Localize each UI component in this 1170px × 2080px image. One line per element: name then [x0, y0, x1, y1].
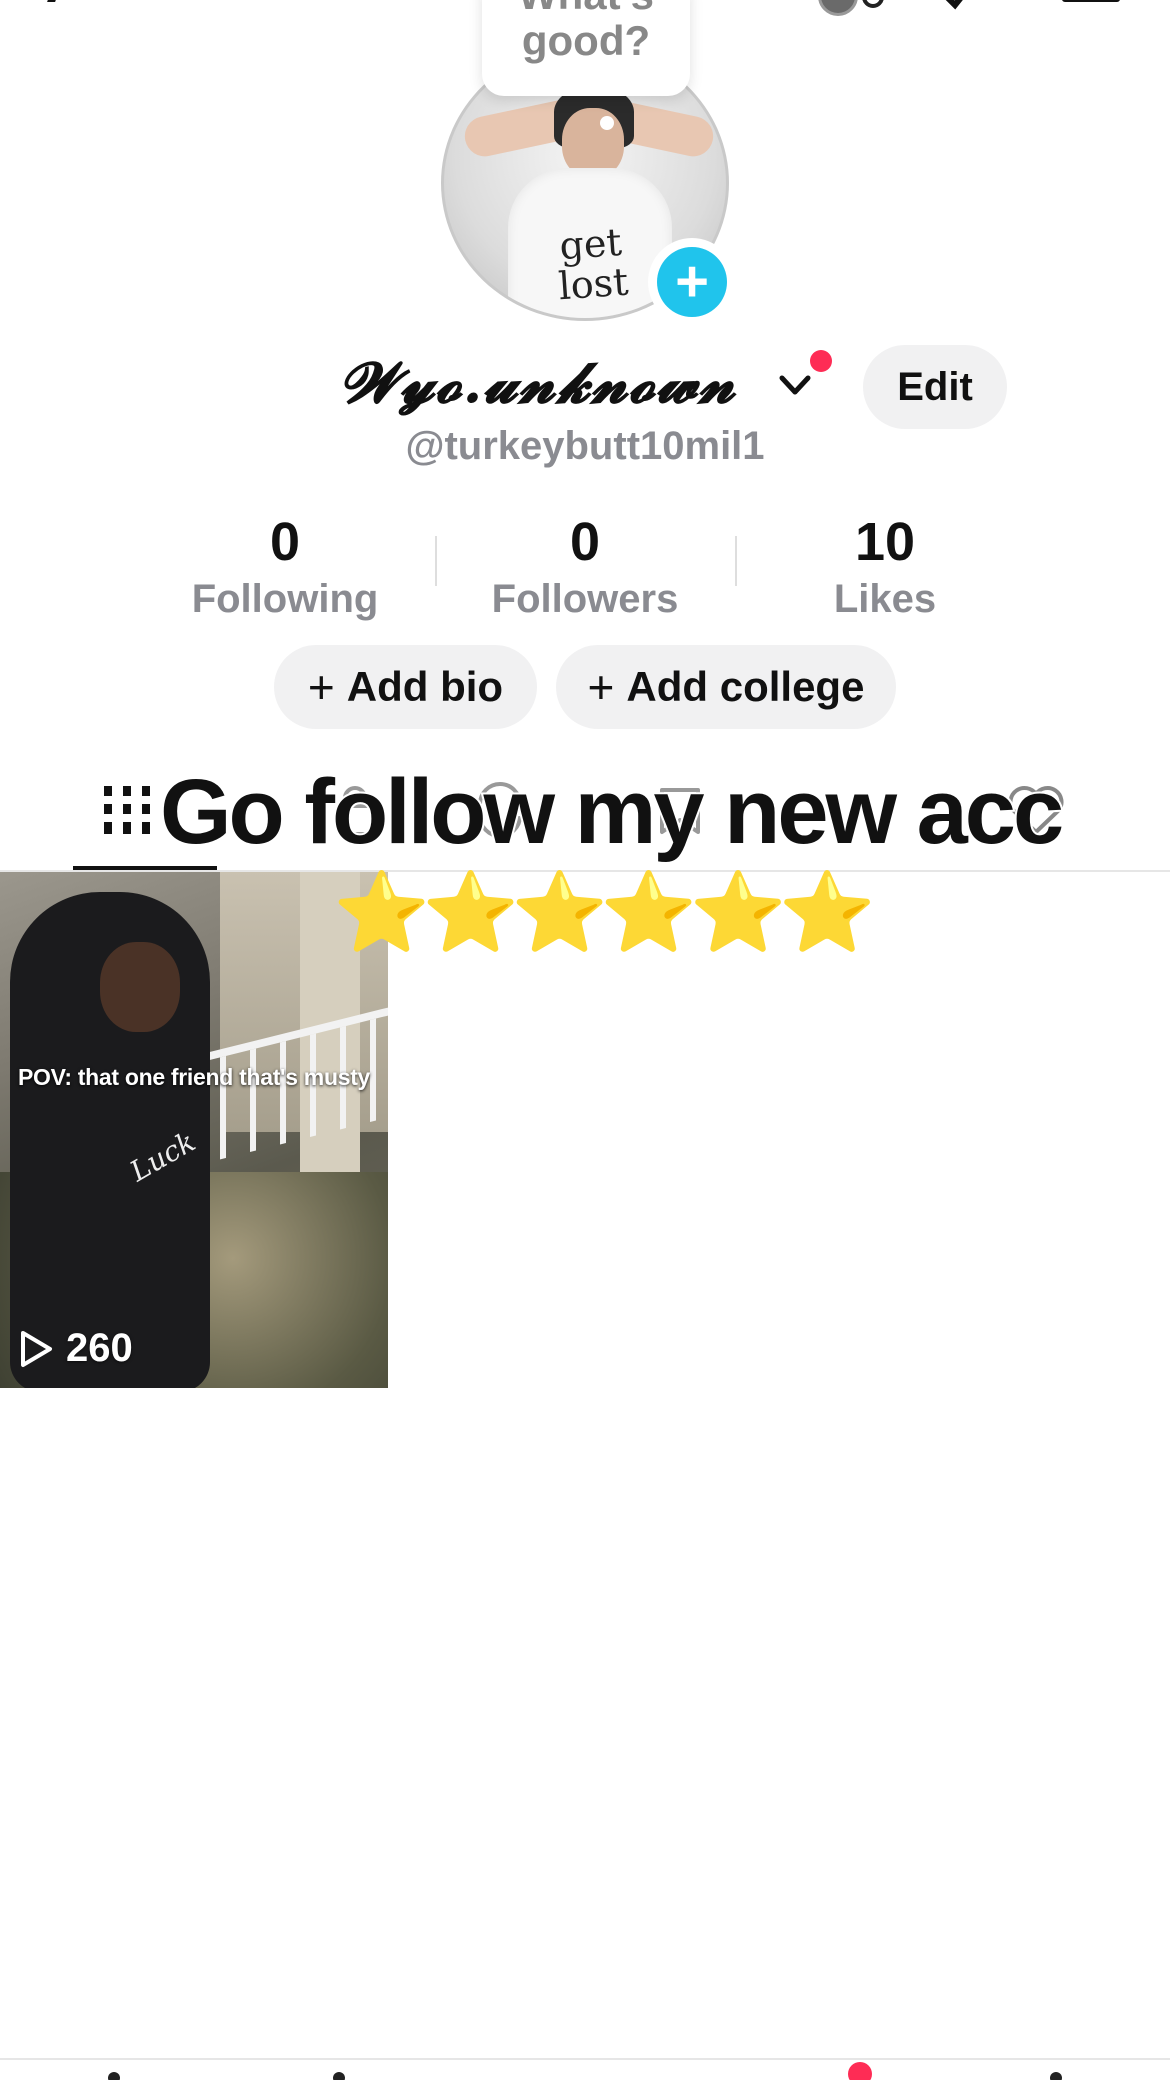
star-emoji-row: ⭐⭐⭐⭐⭐⭐: [333, 868, 876, 956]
stat-divider: [735, 536, 737, 586]
status-bubble-line1: What's: [482, 0, 690, 18]
inbox-notification-dot: [848, 2062, 872, 2080]
notification-dot: [810, 350, 832, 372]
footprint-icon[interactable]: [930, 0, 980, 10]
add-bio-label: Add bio: [346, 663, 504, 710]
home-icon[interactable]: [108, 2072, 120, 2080]
account-switch-avatar[interactable]: [818, 0, 858, 16]
bottom-nav-divider: [0, 2058, 1170, 2060]
add-college-button[interactable]: + Add college: [556, 645, 896, 729]
display-name[interactable]: 𝓦𝔂𝓸.𝓾𝓷𝓴𝓷𝓸𝔀𝓷: [340, 350, 736, 417]
stat-value: 0: [269, 512, 301, 572]
stat-divider: [435, 536, 437, 586]
edit-profile-button[interactable]: Edit: [863, 345, 1007, 429]
grid-icon[interactable]: [100, 782, 154, 838]
profile-icon[interactable]: [1050, 2072, 1062, 2080]
stat-value: 10: [854, 512, 916, 572]
add-avatar-button[interactable]: +: [648, 238, 736, 326]
status-bubble-line2: good?: [521, 17, 651, 64]
stat-following[interactable]: 0 Following: [155, 510, 415, 624]
video-thumbnail[interactable]: Luck POV: that one friend that's musty 2…: [0, 872, 388, 1388]
view-count: 260: [18, 1326, 133, 1371]
account-indicator-icon: [862, 0, 884, 8]
username-handle: @turkeybutt10mil1: [405, 424, 765, 468]
stat-likes[interactable]: 10 Likes: [755, 510, 1015, 624]
plus-icon: +: [657, 247, 727, 317]
back-arrow-icon[interactable]: [40, 0, 110, 8]
add-college-label: Add college: [626, 663, 865, 710]
friends-icon[interactable]: [333, 2072, 345, 2080]
video-caption: POV: that one friend that's musty: [17, 1064, 371, 1090]
stat-label: Likes: [833, 577, 937, 621]
status-bubble[interactable]: What's good?: [482, 0, 690, 96]
play-icon: [21, 1330, 52, 1367]
status-bubble-tail: [600, 116, 614, 130]
plus-icon: +: [307, 661, 335, 713]
chevron-down-icon[interactable]: [778, 374, 812, 398]
view-count-value: 260: [66, 1326, 133, 1370]
stat-followers[interactable]: 0 Followers: [455, 510, 715, 624]
menu-icon[interactable]: [1062, 0, 1120, 2]
stat-label: Following: [191, 577, 379, 621]
plus-icon: +: [587, 661, 615, 713]
stat-label: Followers: [491, 577, 679, 621]
stat-value: 0: [569, 512, 601, 572]
add-bio-button[interactable]: + Add bio: [274, 645, 537, 729]
overlay-sticker-text: Go follow my new acc: [158, 759, 1066, 865]
avatar-shirt-print: get lost: [557, 219, 630, 309]
